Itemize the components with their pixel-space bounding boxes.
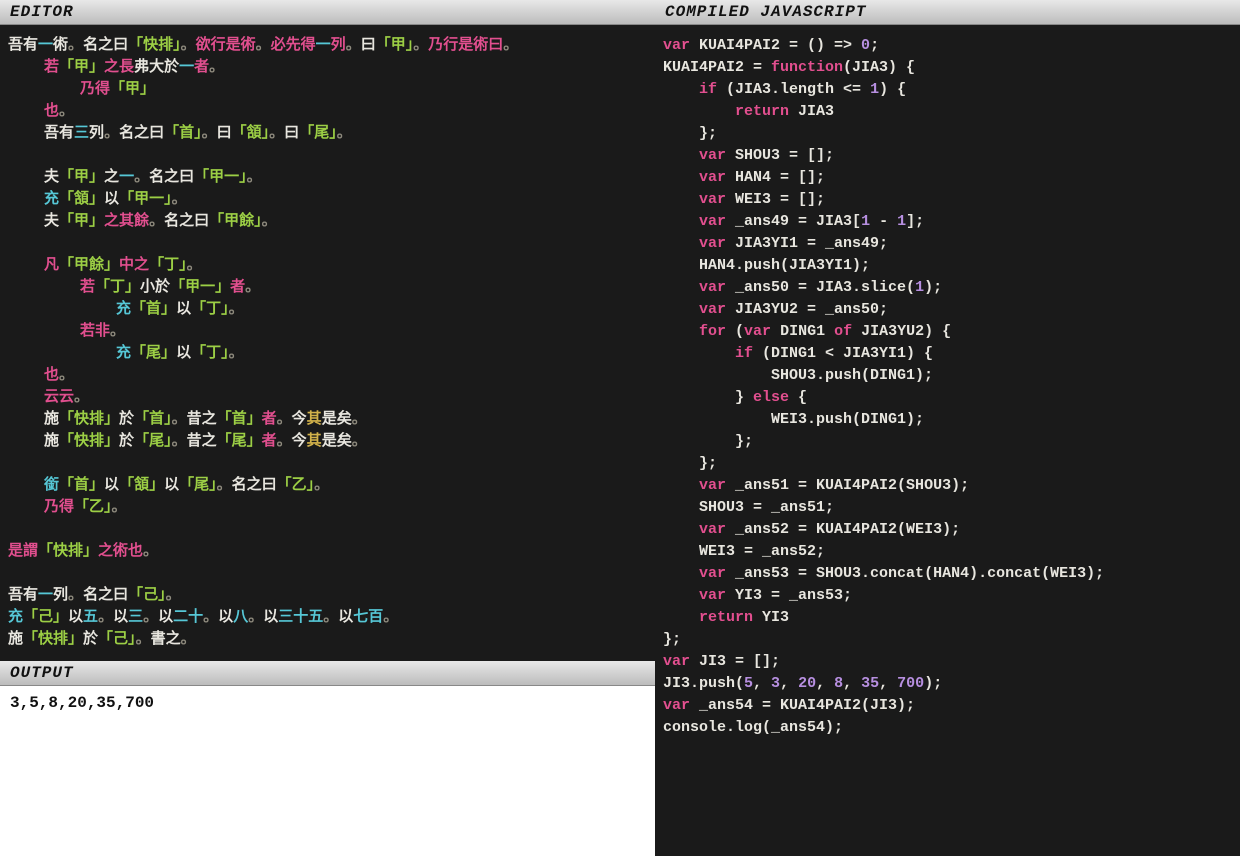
editor-line: 也。 [8,101,647,123]
editor-line: 若「甲」之長弗大於一者。 [8,57,647,79]
editor-line: 夫「甲」之其餘。名之曰「甲餘」。 [8,211,647,233]
editor-header: EDITOR [0,0,655,25]
editor-line: 施「快排」於「首」。昔之「首」者。今其是矣。 [8,409,647,431]
editor-line [8,145,647,167]
editor-line: 若非。 [8,321,647,343]
editor-line: 銜「首」以「頷」以「尾」。名之曰「乙」。 [8,475,647,497]
js-line: }; [663,453,1232,475]
js-line: JI3.push(5, 3, 20, 8, 35, 700); [663,673,1232,695]
js-line: console.log(_ans54); [663,717,1232,739]
editor-line: 施「快排」於「己」。書之。 [8,629,647,651]
editor-line: 吾有三列。名之曰「首」。曰「頷」。曰「尾」。 [8,123,647,145]
js-line: var _ans51 = KUAI4PAI2(SHOU3); [663,475,1232,497]
js-line: var JIA3YU2 = _ans50; [663,299,1232,321]
js-line: return YI3 [663,607,1232,629]
editor-line [8,563,647,585]
js-line: if (DING1 < JIA3YI1) { [663,343,1232,365]
editor-line: 凡「甲餘」中之「丁」。 [8,255,647,277]
js-line: SHOU3.push(DING1); [663,365,1232,387]
js-line: for (var DING1 of JIA3YU2) { [663,321,1232,343]
editor-line: 施「快排」於「尾」。昔之「尾」者。今其是矣。 [8,431,647,453]
js-line: SHOU3 = _ans51; [663,497,1232,519]
output-body: 3,5,8,20,35,700 [0,686,655,856]
js-header: COMPILED JAVASCRIPT [655,0,1240,25]
editor-line [8,519,647,541]
editor-line: 云云。 [8,387,647,409]
js-line: }; [663,431,1232,453]
editor-line: 充「首」以「丁」。 [8,299,647,321]
js-line: if (JIA3.length <= 1) { [663,79,1232,101]
js-line: var WEI3 = []; [663,189,1232,211]
editor-line: 夫「甲」之一。名之曰「甲一」。 [8,167,647,189]
editor-line: 充「頷」以「甲一」。 [8,189,647,211]
editor-body[interactable]: 吾有一術。名之曰「快排」。欲行是術。必先得一列。曰「甲」。乃行是術曰。 若「甲」… [0,25,655,661]
editor-line: 吾有一列。名之曰「己」。 [8,585,647,607]
js-line: }; [663,123,1232,145]
editor-line: 乃得「甲」 [8,79,647,101]
editor-line: 若「丁」小於「甲一」者。 [8,277,647,299]
js-line: var _ans49 = JIA3[1 - 1]; [663,211,1232,233]
js-line: HAN4.push(JIA3YI1); [663,255,1232,277]
js-line: WEI3 = _ans52; [663,541,1232,563]
editor-line: 充「尾」以「丁」。 [8,343,647,365]
js-line: return JIA3 [663,101,1232,123]
editor-line [8,233,647,255]
js-line: var KUAI4PAI2 = () => 0; [663,35,1232,57]
js-line: var _ans52 = KUAI4PAI2(WEI3); [663,519,1232,541]
editor-line: 乃得「乙」。 [8,497,647,519]
app-container: EDITOR 吾有一術。名之曰「快排」。欲行是術。必先得一列。曰「甲」。乃行是術… [0,0,1240,856]
js-line: var YI3 = _ans53; [663,585,1232,607]
js-line: var JIA3YI1 = _ans49; [663,233,1232,255]
js-line: KUAI4PAI2 = function(JIA3) { [663,57,1232,79]
js-body[interactable]: var KUAI4PAI2 = () => 0;KUAI4PAI2 = func… [655,25,1240,749]
js-line: var SHOU3 = []; [663,145,1232,167]
js-line: var _ans50 = JIA3.slice(1); [663,277,1232,299]
js-line: }; [663,629,1232,651]
js-line: var _ans53 = SHOU3.concat(HAN4).concat(W… [663,563,1232,585]
js-line: var _ans54 = KUAI4PAI2(JI3); [663,695,1232,717]
editor-line: 充「己」以五。以三。以二十。以八。以三十五。以七百。 [8,607,647,629]
js-line: WEI3.push(DING1); [663,409,1232,431]
editor-line [8,453,647,475]
js-line: } else { [663,387,1232,409]
output-header: OUTPUT [0,661,655,686]
left-column: EDITOR 吾有一術。名之曰「快排」。欲行是術。必先得一列。曰「甲」。乃行是術… [0,0,655,856]
editor-line: 吾有一術。名之曰「快排」。欲行是術。必先得一列。曰「甲」。乃行是術曰。 [8,35,647,57]
editor-line: 也。 [8,365,647,387]
editor-line: 是謂「快排」之術也。 [8,541,647,563]
js-line: var HAN4 = []; [663,167,1232,189]
right-column: COMPILED JAVASCRIPT var KUAI4PAI2 = () =… [655,0,1240,856]
js-line: var JI3 = []; [663,651,1232,673]
